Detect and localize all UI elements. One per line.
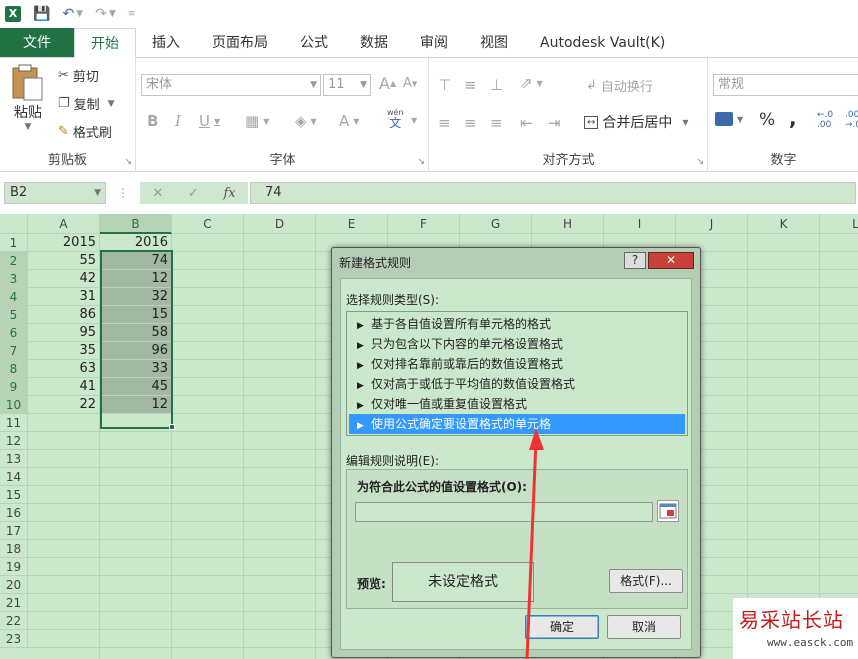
annotation-arrow-head bbox=[529, 428, 544, 450]
watermark: 易采站长站 www.easck.com bbox=[733, 598, 858, 659]
watermark-title: 易采站长站 bbox=[739, 608, 844, 632]
annotation-arrow-line bbox=[525, 439, 538, 659]
annotation-arrow bbox=[525, 428, 544, 659]
watermark-url: www.easck.com bbox=[767, 636, 854, 649]
